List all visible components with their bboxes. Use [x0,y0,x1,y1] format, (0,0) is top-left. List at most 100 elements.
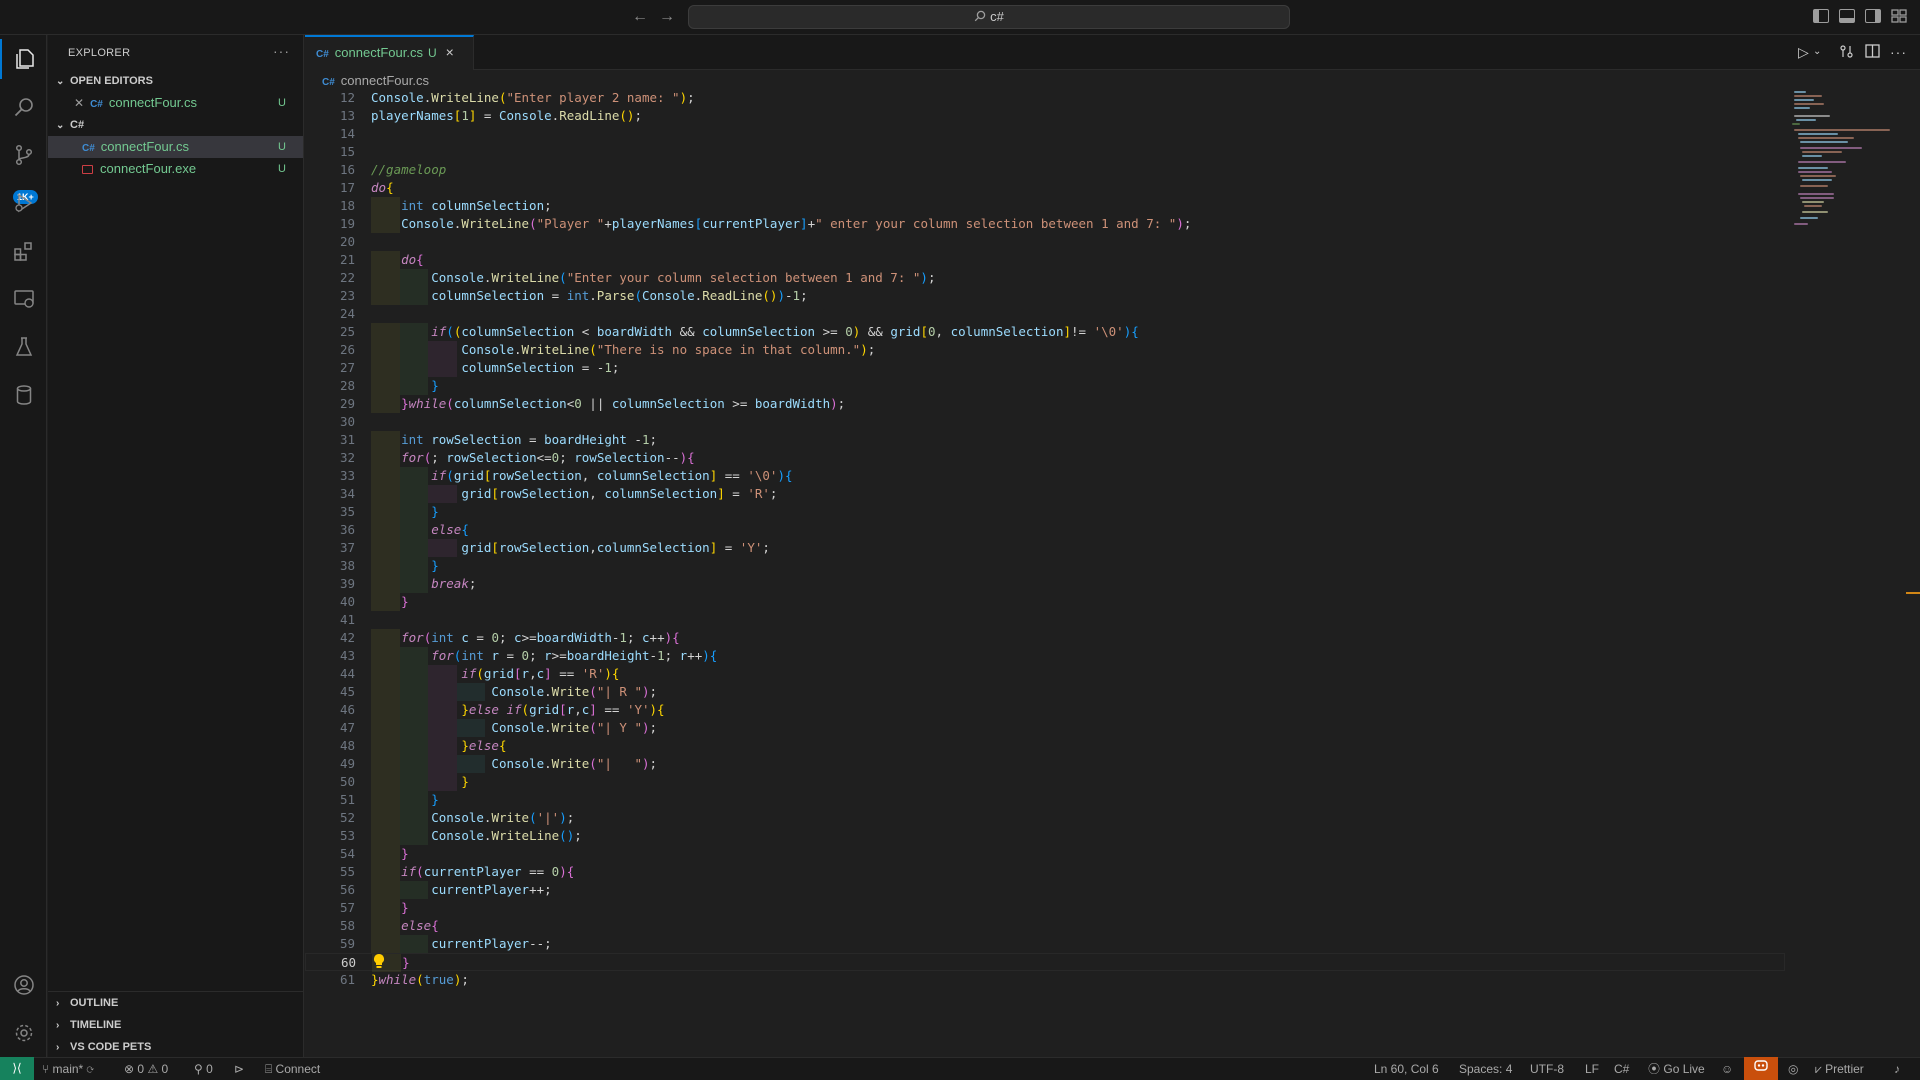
minimap[interactable] [1790,89,1910,229]
code-line[interactable]: 52 Console.Write('|'); [305,809,683,827]
code-line[interactable]: 61}while(true); [305,971,683,989]
search-icon[interactable] [0,87,47,127]
code-line[interactable]: 57 } [305,899,683,917]
code-line[interactable]: 56 currentPlayer++; [305,881,683,899]
code-line[interactable]: 60 } [305,953,1785,972]
code-line[interactable]: 31 int rowSelection = boardHeight -1; [305,431,683,449]
customize-layout-icon[interactable] [1891,9,1907,23]
code-line[interactable]: 38 } [305,557,683,575]
code-line[interactable]: 22 Console.WriteLine("Enter your column … [305,269,935,287]
code-line[interactable]: 12 Console.WriteLine("Enter player 2 name… [305,89,695,107]
notifications-bell-icon[interactable]: ♪ [1894,1058,1900,1080]
toggle-primary-sidebar-icon[interactable] [1813,9,1829,23]
open-editor-item[interactable]: ✕ C# connectFour.cs U [48,92,303,114]
code-line[interactable]: 50 } [305,773,683,791]
code-line[interactable]: 15 [305,143,683,161]
code-line[interactable]: 47 Console.Write("| Y "); [305,719,683,737]
file-item[interactable]: C# connectFour.cs U [48,136,303,158]
problems-item[interactable]: ⊗ 0 ⚠ 0 [124,1058,168,1080]
explorer-icon[interactable] [0,39,47,79]
chevron-down-icon[interactable]: ⌄ [1813,46,1821,57]
encoding[interactable]: UTF-8 [1530,1058,1564,1080]
run-debug-icon[interactable] [0,183,47,223]
close-icon[interactable]: ✕ [74,96,84,110]
prettier-item[interactable]: ⩗ Prettier [1815,1058,1864,1080]
connect-item[interactable]: ⌸ Connect [265,1058,320,1080]
code-line[interactable]: 20 [305,233,683,251]
tab-connectfour-cs[interactable]: C# connectFour.cs U × [305,35,474,70]
code-line[interactable]: 13 playerNames[1] = Console.ReadLine(); [305,107,683,125]
go-live-item[interactable]: ⦿ Go Live [1648,1058,1705,1080]
code-line[interactable]: 45 Console.Write("| R "); [305,683,683,701]
code-line[interactable]: 17 do{ [305,179,683,197]
cursor-position[interactable]: Ln 60, Col 6 [1374,1058,1439,1080]
code-line[interactable]: 35 } [305,503,683,521]
code-line[interactable]: 37 grid[rowSelection,columnSelection] = … [305,539,770,557]
pets-icon[interactable]: ◎ [1788,1058,1798,1080]
copilot-icon[interactable] [1744,1057,1778,1080]
code-line[interactable]: 59 currentPlayer--; [305,935,683,953]
code-line[interactable]: 53 Console.WriteLine(); [305,827,683,845]
code-line[interactable]: 19 Console.WriteLine("Player "+playerNam… [305,215,1191,233]
code-line[interactable]: 27 columnSelection = -1; [305,359,683,377]
feedback-icon[interactable]: ☺ [1721,1058,1733,1080]
code-line[interactable]: 18 int columnSelection; [305,197,683,215]
code-line[interactable]: 41 [305,611,683,629]
folder-section[interactable]: ⌄ C# [48,114,304,136]
code-line[interactable]: 36 else{ [305,521,683,539]
lightbulb-icon[interactable] [372,953,386,969]
code-line[interactable]: 32 for(; rowSelection<=0; rowSelection--… [305,449,695,467]
branch-item[interactable]: ⑂ main* ⟳ [42,1058,94,1080]
database-icon[interactable] [0,375,47,415]
run-file-icon[interactable]: ▷ [1798,44,1809,61]
open-changes-icon[interactable] [1839,44,1854,62]
code-line[interactable]: 39 break; [305,575,683,593]
code-line[interactable]: 24 [305,305,683,323]
code-line[interactable]: 44 if(grid[r,c] == 'R'){ [305,665,683,683]
toggle-panel-icon[interactable] [1839,9,1855,23]
code-line[interactable]: 26 Console.WriteLine("There is no space … [305,341,875,359]
testing-icon[interactable] [0,327,47,367]
toggle-secondary-sidebar-icon[interactable] [1865,9,1881,23]
settings-gear-icon[interactable] [0,1013,47,1053]
remote-indicator-icon[interactable]: ⟩⟨ [0,1057,34,1080]
code-line[interactable]: 16 //gameloop [305,161,683,179]
code-editor[interactable]: 12 Console.WriteLine("Enter player 2 name… [305,89,1785,989]
outline-section[interactable]: › OUTLINE [48,992,304,1014]
end-of-line[interactable]: LF [1585,1058,1599,1080]
code-line[interactable]: 55 if(currentPlayer == 0){ [305,863,683,881]
timeline-section[interactable]: › TIMELINE [48,1014,304,1036]
code-line[interactable]: 21 do{ [305,251,683,269]
code-line[interactable]: 49 Console.Write("| "); [305,755,683,773]
debug-icon[interactable]: ⊳ [234,1058,244,1080]
code-line[interactable]: 54 } [305,845,683,863]
more-actions-icon[interactable]: ··· [1890,44,1907,60]
code-line[interactable]: 29 }while(columnSelection<0 || columnSel… [305,395,845,413]
command-center-search[interactable]: c# [688,5,1290,29]
code-line[interactable]: 30 [305,413,683,431]
code-line[interactable]: 48 }else{ [305,737,683,755]
code-line[interactable]: 46 }else if(grid[r,c] == 'Y'){ [305,701,683,719]
code-line[interactable]: 43 for(int r = 0; r>=boardHeight-1; r++)… [305,647,717,665]
indentation[interactable]: Spaces: 4 [1459,1058,1512,1080]
code-line[interactable]: 58 else{ [305,917,683,935]
vscode-pets-section[interactable]: › VS CODE PETS [48,1036,304,1058]
code-line[interactable]: 23 columnSelection = int.Parse(Console.R… [305,287,808,305]
code-line[interactable]: 51 } [305,791,683,809]
ports-item[interactable]: ⚲ 0 [194,1058,213,1080]
accounts-icon[interactable] [0,965,47,1005]
close-icon[interactable]: × [446,44,454,60]
forward-arrow-icon[interactable]: → [657,7,677,27]
code-line[interactable]: 33 if(grid[rowSelection, columnSelection… [305,467,793,485]
code-line[interactable]: 25 if((columnSelection < boardWidth && c… [305,323,1139,341]
more-actions-icon[interactable]: ··· [273,43,290,59]
back-arrow-icon[interactable]: ← [630,7,650,27]
code-line[interactable]: 42 for(int c = 0; c>=boardWidth-1; c++){ [305,629,683,647]
code-line[interactable]: 14 [305,125,683,143]
source-control-icon[interactable] [0,135,47,175]
remote-explorer-icon[interactable] [0,279,47,319]
language-mode[interactable]: C# [1614,1058,1629,1080]
code-line[interactable]: 28 } [305,377,683,395]
code-line[interactable]: 40 } [305,593,683,611]
code-line[interactable]: 34 grid[rowSelection, columnSelection] =… [305,485,777,503]
